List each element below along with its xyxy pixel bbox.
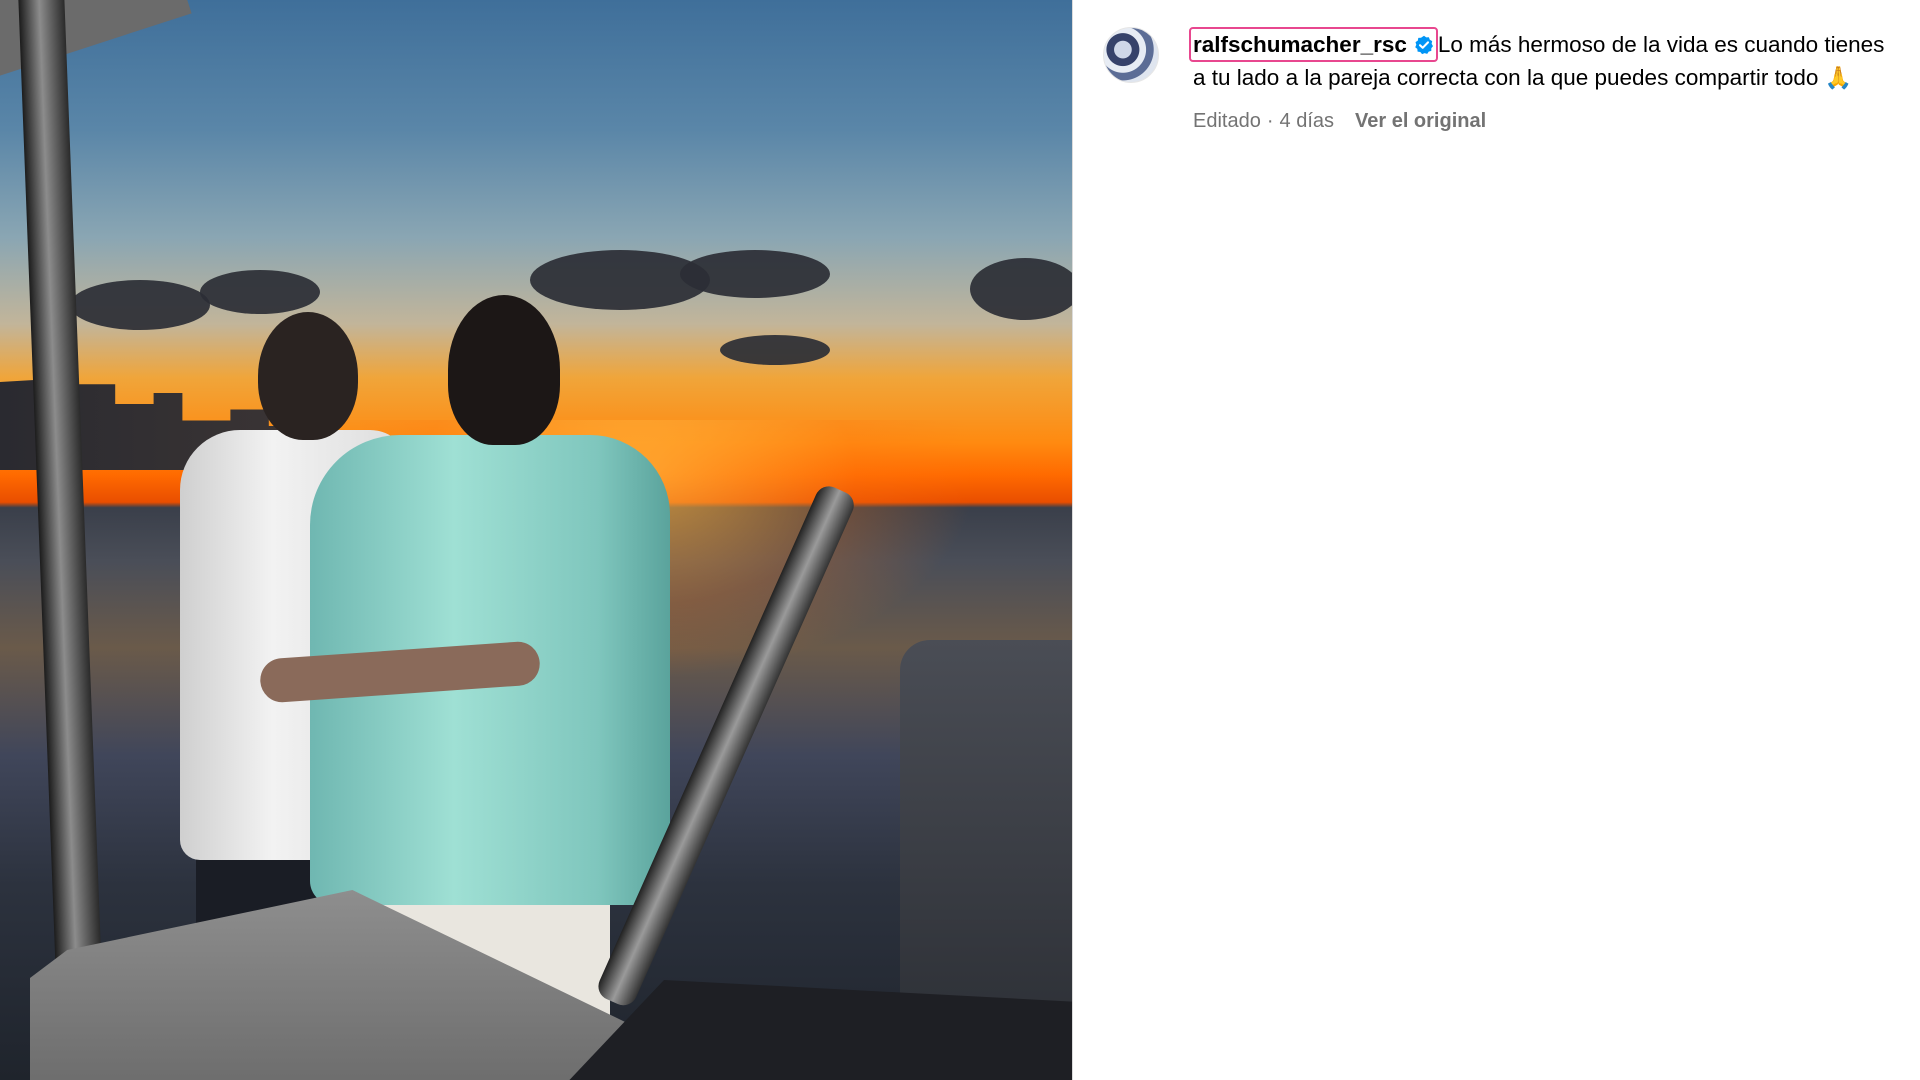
cloud (70, 280, 210, 330)
see-original-button[interactable]: Ver el original (1355, 110, 1486, 133)
comments-panel: ralfschumacher_rsc Lo más hermoso de la v… (1072, 0, 1920, 1080)
comment-age[interactable]: 4 días (1280, 110, 1334, 133)
avatar[interactable] (1103, 27, 1159, 83)
person-right-head (448, 295, 560, 445)
meta-separator: · (1266, 110, 1274, 132)
boat-pole (18, 0, 103, 990)
post-photo[interactable] (0, 0, 1072, 1080)
person-left-head (258, 312, 358, 440)
edited-label: Editado (1193, 110, 1261, 132)
verified-badge-icon (1415, 35, 1433, 54)
post-viewer: ralfschumacher_rsc Lo más hermoso de la v… (0, 0, 1920, 1080)
caption-comment: ralfschumacher_rsc Lo más hermoso de la v… (1103, 27, 1890, 133)
cloud (680, 250, 830, 298)
cloud (200, 270, 320, 314)
comment-meta: Editado · 4 días Ver el original (1193, 110, 1890, 133)
cloud (970, 258, 1072, 320)
comment-body: ralfschumacher_rsc Lo más hermoso de la v… (1189, 27, 1890, 133)
folded-hands-icon: 🙏 (1824, 66, 1853, 91)
cloud (720, 335, 830, 365)
username-link[interactable]: ralfschumacher_rsc (1189, 27, 1438, 62)
username-text: ralfschumacher_rsc (1193, 32, 1407, 57)
caption-text: ralfschumacher_rsc Lo más hermoso de la v… (1189, 27, 1890, 94)
